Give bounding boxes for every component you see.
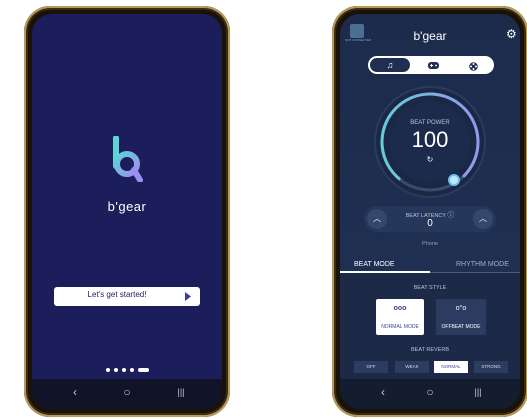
normal-beat-icon: ooo xyxy=(393,305,407,312)
film-reel-icon xyxy=(468,62,478,71)
main-screen: NOT CONNECTED b'gear ⚙ ♫ BEAT POWER 100 … xyxy=(340,14,520,409)
bgear-logo-icon xyxy=(113,136,143,182)
tab-movie[interactable] xyxy=(454,58,492,72)
splash-screen: b'gear Let's get started! ‹ ○ ||| xyxy=(32,14,222,409)
refresh-icon[interactable]: ↻ xyxy=(340,155,520,164)
beat-power-label: BEAT POWER xyxy=(410,120,450,126)
beat-power-value: 100 xyxy=(411,127,449,152)
gear-icon[interactable]: ⚙ xyxy=(506,27,517,41)
system-nav-bar: ‹ ○ ||| xyxy=(32,379,222,409)
reverb-off-button[interactable]: OFF xyxy=(354,361,388,373)
beat-reverb-label: BEAT REVERB xyxy=(410,347,449,353)
page-dot xyxy=(106,368,110,372)
reverb-normal-button[interactable]: NORMAL xyxy=(434,361,468,373)
nav-recents-button[interactable]: ||| xyxy=(171,387,191,397)
tab-rhythm-mode[interactable]: RHYTHM MODE xyxy=(456,261,509,268)
splash-brand-name: b'gear xyxy=(107,199,147,214)
offbeat-icon: o°o xyxy=(455,305,467,312)
offbeat-mode-option[interactable]: o°o OFFBEAT MODE xyxy=(436,299,486,335)
get-started-button[interactable]: Let's get started! xyxy=(54,287,200,306)
nav-back-button[interactable]: ‹ xyxy=(65,385,85,399)
tab-game[interactable] xyxy=(414,58,452,72)
dial-knob xyxy=(448,174,460,186)
page-indicator xyxy=(106,367,166,373)
nav-home-button[interactable]: ○ xyxy=(420,385,440,399)
page-dot xyxy=(130,368,134,372)
nav-back-button[interactable]: ‹ xyxy=(373,385,393,399)
reverb-weak-button[interactable]: WEAK xyxy=(395,361,429,373)
app-title: b'gear xyxy=(413,29,447,43)
offbeat-mode-label: OFFBEAT MODE xyxy=(441,324,481,330)
play-arrow-icon xyxy=(185,292,191,301)
reverb-strong-button[interactable]: STRONG xyxy=(474,361,508,373)
page-dot xyxy=(122,368,126,372)
beat-style-label: BEAT STYLE xyxy=(413,285,447,291)
phone-splash: b'gear Let's get started! ‹ ○ ||| xyxy=(24,6,230,417)
page-dot xyxy=(114,368,118,372)
nav-recents-button[interactable]: ||| xyxy=(468,387,488,397)
phone-main: NOT CONNECTED b'gear ⚙ ♫ BEAT POWER 100 … xyxy=(332,6,527,417)
get-started-label: Let's get started! xyxy=(87,290,147,299)
tab-music[interactable]: ♫ xyxy=(370,58,410,72)
normal-mode-label: NORMAL MODE xyxy=(381,324,419,330)
tab-beat-mode[interactable]: BEAT MODE xyxy=(354,261,395,268)
mode-tab-bar: ♫ xyxy=(368,56,494,74)
gamepad-icon xyxy=(427,62,439,69)
beat-latency-panel: ︿ ︿ BEAT LATENCY ⓘ 0 xyxy=(364,206,496,232)
latency-device-label: Phone xyxy=(422,241,438,247)
system-nav-bar: ‹ ○ ||| xyxy=(340,379,520,409)
beat-latency-value: 0 xyxy=(427,218,433,229)
nav-home-button[interactable]: ○ xyxy=(117,385,137,399)
normal-mode-option[interactable]: ooo NORMAL MODE xyxy=(376,299,424,335)
page-dot-active xyxy=(138,368,149,372)
